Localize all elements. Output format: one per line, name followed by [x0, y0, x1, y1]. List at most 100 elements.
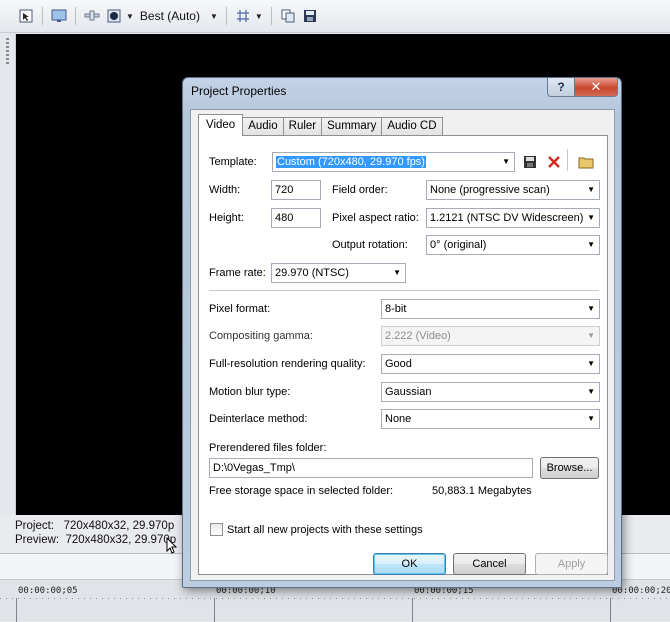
- frame-rate-select[interactable]: 29.970 (NTSC) ▼: [271, 263, 406, 283]
- left-docking-strip: ✕: [0, 0, 16, 515]
- motion-blur-label: Motion blur type:: [209, 386, 291, 398]
- tab-audio-cd[interactable]: Audio CD: [381, 117, 443, 135]
- width-label: Width:: [209, 184, 241, 196]
- compositing-gamma-value: 2.222 (Video): [385, 330, 451, 342]
- preview-properties-icon[interactable]: [18, 8, 34, 24]
- apply-button: Apply: [535, 553, 608, 575]
- template-select[interactable]: Custom (720x480, 29.970 fps) ▼: [272, 152, 515, 172]
- project-status: Project: 720x480x32, 29.970p: [15, 520, 174, 532]
- chevron-down-icon: ▼: [393, 268, 401, 277]
- dialog-body: Video Audio Ruler Summary Audio CD Templ…: [190, 109, 615, 581]
- mouse-cursor-icon: [166, 536, 178, 560]
- ok-button[interactable]: OK: [373, 553, 446, 575]
- output-rotation-value: 0° (original): [430, 239, 487, 251]
- chevron-down-icon: ▼: [587, 387, 595, 396]
- template-value: Custom (720x480, 29.970 fps): [276, 156, 426, 168]
- pixel-aspect-value: 1.2121 (NTSC DV Widescreen): [430, 212, 584, 224]
- project-status-label: Project:: [15, 520, 54, 532]
- deinterlace-select[interactable]: None ▼: [381, 409, 600, 429]
- dialog-title: Project Properties: [191, 84, 287, 98]
- overlays-icon[interactable]: [106, 8, 122, 24]
- compositing-gamma-select: 2.222 (Video) ▼: [381, 326, 600, 346]
- preview-status-label: Preview:: [15, 534, 60, 546]
- frame-rate-label: Frame rate:: [209, 267, 266, 279]
- start-new-projects-checkbox[interactable]: [210, 523, 223, 536]
- chevron-down-icon: ▼: [587, 331, 595, 340]
- pixel-format-select[interactable]: 8-bit ▼: [381, 299, 600, 319]
- motion-blur-select[interactable]: Gaussian ▼: [381, 382, 600, 402]
- width-input[interactable]: 720: [271, 180, 321, 200]
- frame-rate-value: 29.970 (NTSC): [275, 267, 349, 279]
- save-snapshot-icon[interactable]: [302, 8, 318, 24]
- render-quality-value: Good: [385, 358, 412, 370]
- cancel-button[interactable]: Cancel: [453, 553, 526, 575]
- start-new-projects-label[interactable]: Start all new projects with these settin…: [227, 524, 423, 536]
- chevron-down-icon: ▼: [502, 157, 510, 166]
- deinterlace-label: Deinterlace method:: [209, 413, 308, 425]
- preview-status: Preview: 720x480x32, 29.970p: [15, 534, 176, 546]
- deinterlace-value: None: [385, 413, 412, 425]
- preview-quality-select[interactable]: Best (Auto): [140, 9, 200, 23]
- browse-button[interactable]: Browse...: [540, 457, 599, 479]
- tab-summary[interactable]: Summary: [321, 117, 383, 135]
- free-storage-label: Free storage space in selected folder:: [209, 485, 394, 497]
- ruler-major-tick: [610, 598, 611, 622]
- help-button[interactable]: ?: [547, 78, 575, 97]
- chevron-down-icon[interactable]: ▼: [255, 12, 263, 21]
- pixel-format-label: Pixel format:: [209, 303, 271, 315]
- pixel-aspect-label: Pixel aspect ratio:: [332, 212, 419, 224]
- folder-icon[interactable]: [577, 153, 595, 171]
- grid-icon[interactable]: [235, 8, 251, 24]
- external-monitor-icon[interactable]: [51, 8, 67, 24]
- prerendered-folder-label: Prerendered files folder:: [209, 442, 327, 454]
- chevron-down-icon: ▼: [587, 240, 595, 249]
- prerendered-folder-input[interactable]: D:\0Vegas_Tmp\: [209, 458, 533, 478]
- tab-ruler[interactable]: Ruler: [282, 117, 323, 135]
- tab-audio[interactable]: Audio: [242, 117, 284, 135]
- chevron-down-icon[interactable]: ▼: [210, 12, 218, 21]
- compositing-gamma-label: Compositing gamma:: [209, 330, 313, 342]
- close-button[interactable]: ✕: [574, 78, 618, 97]
- toolbar-separator: [75, 7, 76, 25]
- chevron-down-icon: ▼: [587, 185, 595, 194]
- field-order-label: Field order:: [332, 184, 388, 196]
- height-input[interactable]: 480: [271, 208, 321, 228]
- tab-video[interactable]: Video: [198, 114, 244, 136]
- timecode-label: 00:00:00;05: [18, 586, 78, 596]
- pixel-aspect-select[interactable]: 1.2121 (NTSC DV Widescreen) ▼: [426, 208, 600, 228]
- pixel-format-value: 8-bit: [385, 303, 407, 315]
- copy-snapshot-icon[interactable]: [280, 8, 296, 24]
- template-label: Template:: [209, 156, 257, 168]
- video-tab-panel: Template: Custom (720x480, 29.970 fps) ▼…: [198, 135, 608, 575]
- split-screen-icon[interactable]: [84, 8, 100, 24]
- motion-blur-value: Gaussian: [385, 386, 432, 398]
- tab-strip: Video Audio Ruler Summary Audio CD: [198, 114, 443, 136]
- toolbar-separator: [42, 7, 43, 25]
- height-label: Height:: [209, 212, 244, 224]
- render-quality-select[interactable]: Good ▼: [381, 354, 600, 374]
- save-template-icon[interactable]: [521, 153, 539, 171]
- output-rotation-select[interactable]: 0° (original) ▼: [426, 235, 600, 255]
- preview-toolbar: ▼ Best (Auto) ▼ ▼: [0, 0, 670, 33]
- chevron-down-icon: ▼: [587, 304, 595, 313]
- delete-template-icon[interactable]: [545, 153, 563, 171]
- ruler-major-tick: [16, 598, 17, 622]
- toolbar-divider: [567, 149, 568, 171]
- chevron-down-icon: ▼: [587, 213, 595, 222]
- ruler-major-tick: [412, 598, 413, 622]
- section-divider: [209, 290, 599, 291]
- ruler-major-tick: [214, 598, 215, 622]
- drag-grip-icon[interactable]: [6, 38, 9, 66]
- chevron-down-icon[interactable]: ▼: [126, 12, 134, 21]
- project-status-value: 720x480x32, 29.970p: [63, 520, 175, 532]
- field-order-value: None (progressive scan): [430, 184, 550, 196]
- preview-status-value: 720x480x32, 29.970p: [65, 534, 177, 546]
- project-properties-dialog: Project Properties ? ✕ Video Audio Ruler…: [182, 77, 622, 588]
- chevron-down-icon: ▼: [587, 414, 595, 423]
- field-order-select[interactable]: None (progressive scan) ▼: [426, 180, 600, 200]
- output-rotation-label: Output rotation:: [332, 239, 408, 251]
- toolbar-separator: [225, 7, 227, 25]
- ruler-ticks: [0, 598, 670, 599]
- chevron-down-icon: ▼: [587, 359, 595, 368]
- render-quality-label: Full-resolution rendering quality:: [209, 358, 366, 370]
